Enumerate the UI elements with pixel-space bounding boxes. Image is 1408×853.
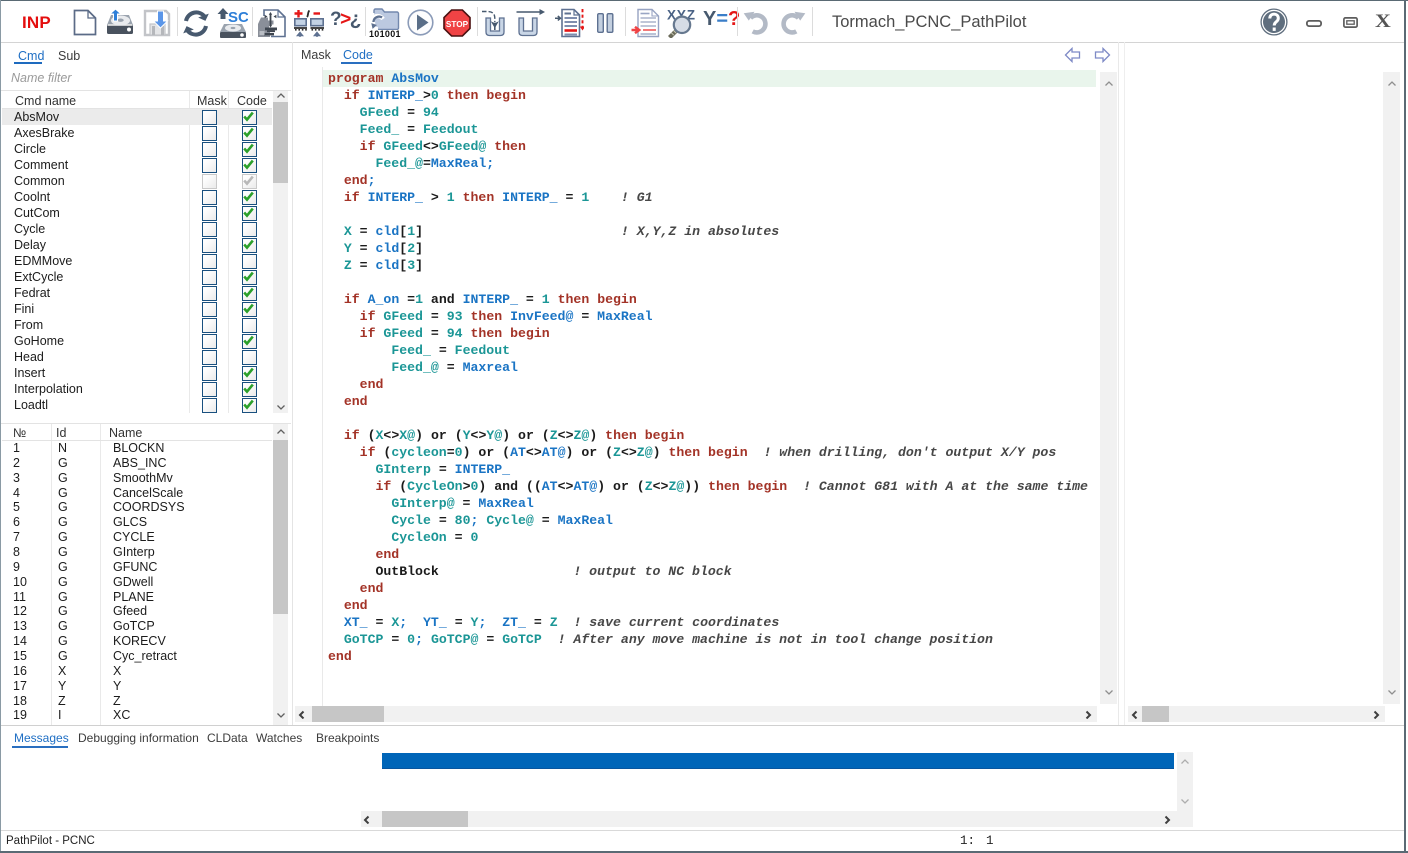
svg-text:SC: SC — [228, 9, 248, 26]
svg-text:STOP: STOP — [446, 20, 469, 29]
